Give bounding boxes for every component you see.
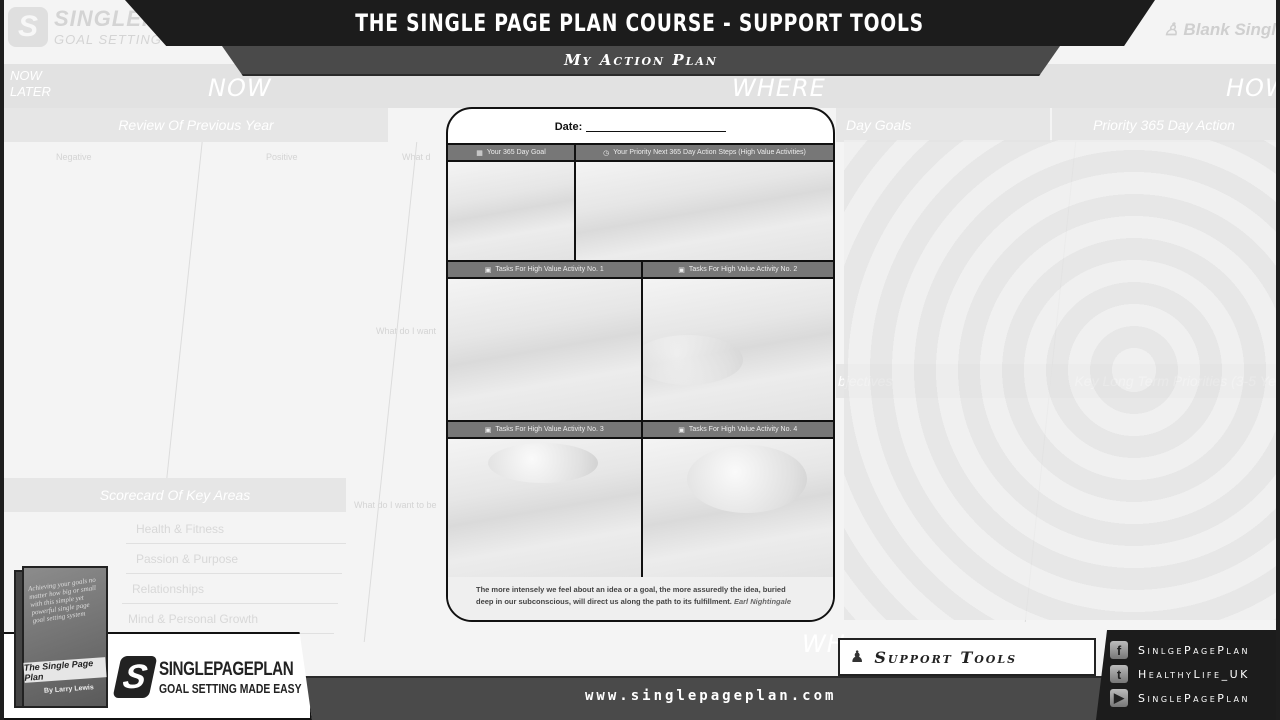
- task-cell-3: ▣ Tasks For High Value Activity No. 3: [448, 422, 641, 581]
- user-icon: ♙: [1163, 20, 1184, 39]
- review-what: What d: [402, 152, 431, 162]
- briefcase-icon: ▣: [678, 426, 685, 434]
- presenter-icon: ♟: [850, 649, 865, 666]
- lightbulb-image: [686, 445, 807, 513]
- scorecard-row: Health & Fitness: [126, 514, 346, 544]
- briefcase-icon: ▣: [484, 426, 492, 434]
- task-cell-2: ▣ Tasks For High Value Activity No. 2: [640, 262, 833, 420]
- section-priority-actions: Priority 365 Day Action: [1052, 108, 1276, 142]
- youtube-icon: ▶: [1110, 689, 1128, 707]
- motivational-quote: The more intensely we feel about an idea…: [448, 577, 833, 620]
- website-link[interactable]: www.singlepageplan.com: [585, 688, 836, 704]
- social-links: f SinlgePagePlan t HealthyLife_UK ▶ Sing…: [1096, 630, 1280, 720]
- divider: [166, 142, 203, 478]
- brand-title: SINGLEPAGEPLAN: [159, 658, 294, 680]
- task-cell-header: ▣ Tasks For High Value Activity No. 2: [642, 262, 833, 279]
- book-image: Achieving your goals no matter how big o…: [14, 558, 108, 708]
- what-prompt-1: What do I want: [376, 326, 437, 336]
- divider: [363, 142, 418, 642]
- goal-input-area[interactable]: [448, 162, 574, 260]
- logo-s-icon: S: [8, 6, 48, 47]
- course-title-banner: THE SINGLE PAGE PLAN COURSE - SUPPORT TO…: [125, 0, 1155, 46]
- action-plan-sheet: Date: ▦ Your 365 Day Goal ◷ Your Priority …: [446, 107, 835, 622]
- logo-s-icon: S: [112, 656, 158, 698]
- action-steps-cell: ◷ Your Priority Next 365 Day Action Steps…: [574, 145, 833, 260]
- goal-cell-header: ▦ Your 365 Day Goal: [448, 145, 574, 162]
- twitter-icon: t: [1110, 665, 1128, 683]
- column-now: NOW: [208, 74, 272, 102]
- review-positive: Positive: [266, 152, 298, 162]
- task-input-area[interactable]: [448, 279, 641, 420]
- page-title-banner: My Action Plan: [222, 46, 1060, 76]
- scorecard-row: Mind & Personal Growth: [118, 604, 334, 634]
- action-plan-grid: ▦ Your 365 Day Goal ◷ Your Priority Next 3…: [448, 143, 833, 581]
- column-how: HOW: [1226, 74, 1276, 102]
- date-label: Date:: [554, 121, 583, 133]
- tasks-row-1: ▣ Tasks For High Value Activity No. 1 ▣ Ta…: [448, 262, 833, 422]
- column-where: WHERE: [732, 74, 826, 102]
- support-tools-label: Support Tools: [874, 647, 1018, 667]
- target-decoration: [844, 140, 1276, 620]
- task-cell-header: ▣ Tasks For High Value Activity No. 4: [642, 422, 833, 439]
- lightbulb-image: [488, 443, 598, 483]
- now-later-toggle: NOW LATER: [10, 68, 51, 99]
- task-cell-header: ▣ Tasks For High Value Activity No. 1: [448, 262, 641, 279]
- course-title: THE SINGLE PAGE PLAN COURSE - SUPPORT TO…: [355, 9, 925, 37]
- section-day-goals: Day Goals: [836, 108, 1050, 142]
- section-scorecard: Scorecard Of Key Areas: [4, 478, 346, 512]
- tasks-row-2: ▣ Tasks For High Value Activity No. 3 ▣ Ta…: [448, 422, 833, 581]
- scorecard-row: Relationships: [122, 574, 338, 604]
- task-cell-4: ▣ Tasks For High Value Activity No. 4: [640, 422, 833, 581]
- what-prompt-2: What do I want to be: [354, 500, 437, 510]
- quote-author: Earl Nightingale: [733, 597, 792, 606]
- brand-logo: S SINGLEPAGEPLAN GOAL SETTING MADE EASY: [112, 656, 337, 698]
- goal-cell: ▦ Your 365 Day Goal: [448, 145, 574, 260]
- task-cell-1: ▣ Tasks For High Value Activity No. 1: [448, 262, 641, 420]
- frame-border-right: [1276, 0, 1280, 720]
- briefcase-icon: ▣: [484, 266, 492, 274]
- task-input-area[interactable]: [448, 439, 641, 581]
- action-steps-input-area[interactable]: [576, 162, 833, 260]
- review-negative: Negative: [56, 152, 92, 162]
- frame-border-left: [0, 0, 4, 720]
- brand-tagline: GOAL SETTING MADE EASY: [159, 680, 302, 696]
- date-field[interactable]: [586, 123, 727, 132]
- lightbulb-image: [642, 335, 743, 385]
- action-steps-header: ◷ Your Priority Next 365 Day Action Steps…: [576, 145, 833, 162]
- scorecard-row: Passion & Purpose: [126, 544, 342, 574]
- support-tools-button[interactable]: ♟ Support Tools: [838, 638, 1096, 676]
- calendar-icon: ▦: [476, 149, 483, 157]
- task-input-area[interactable]: [642, 439, 833, 581]
- page-title: My Action Plan: [564, 51, 718, 69]
- background-user-label: ♙ Blank Singl: [1163, 20, 1276, 39]
- clock-icon: ◷: [603, 149, 610, 157]
- goal-row: ▦ Your 365 Day Goal ◷ Your Priority Next 3…: [448, 145, 833, 262]
- social-facebook[interactable]: f SinlgePagePlan: [1110, 638, 1280, 662]
- briefcase-icon: ▣: [678, 266, 685, 274]
- task-input-area[interactable]: [642, 279, 833, 420]
- social-twitter[interactable]: t HealthyLife_UK: [1110, 662, 1280, 686]
- section-review: Review Of Previous Year: [4, 108, 388, 142]
- task-cell-header: ▣ Tasks For High Value Activity No. 3: [448, 422, 641, 439]
- facebook-icon: f: [1110, 641, 1128, 659]
- date-row: Date:: [448, 109, 833, 145]
- social-youtube[interactable]: ▶ SinglePagePlan: [1110, 686, 1280, 710]
